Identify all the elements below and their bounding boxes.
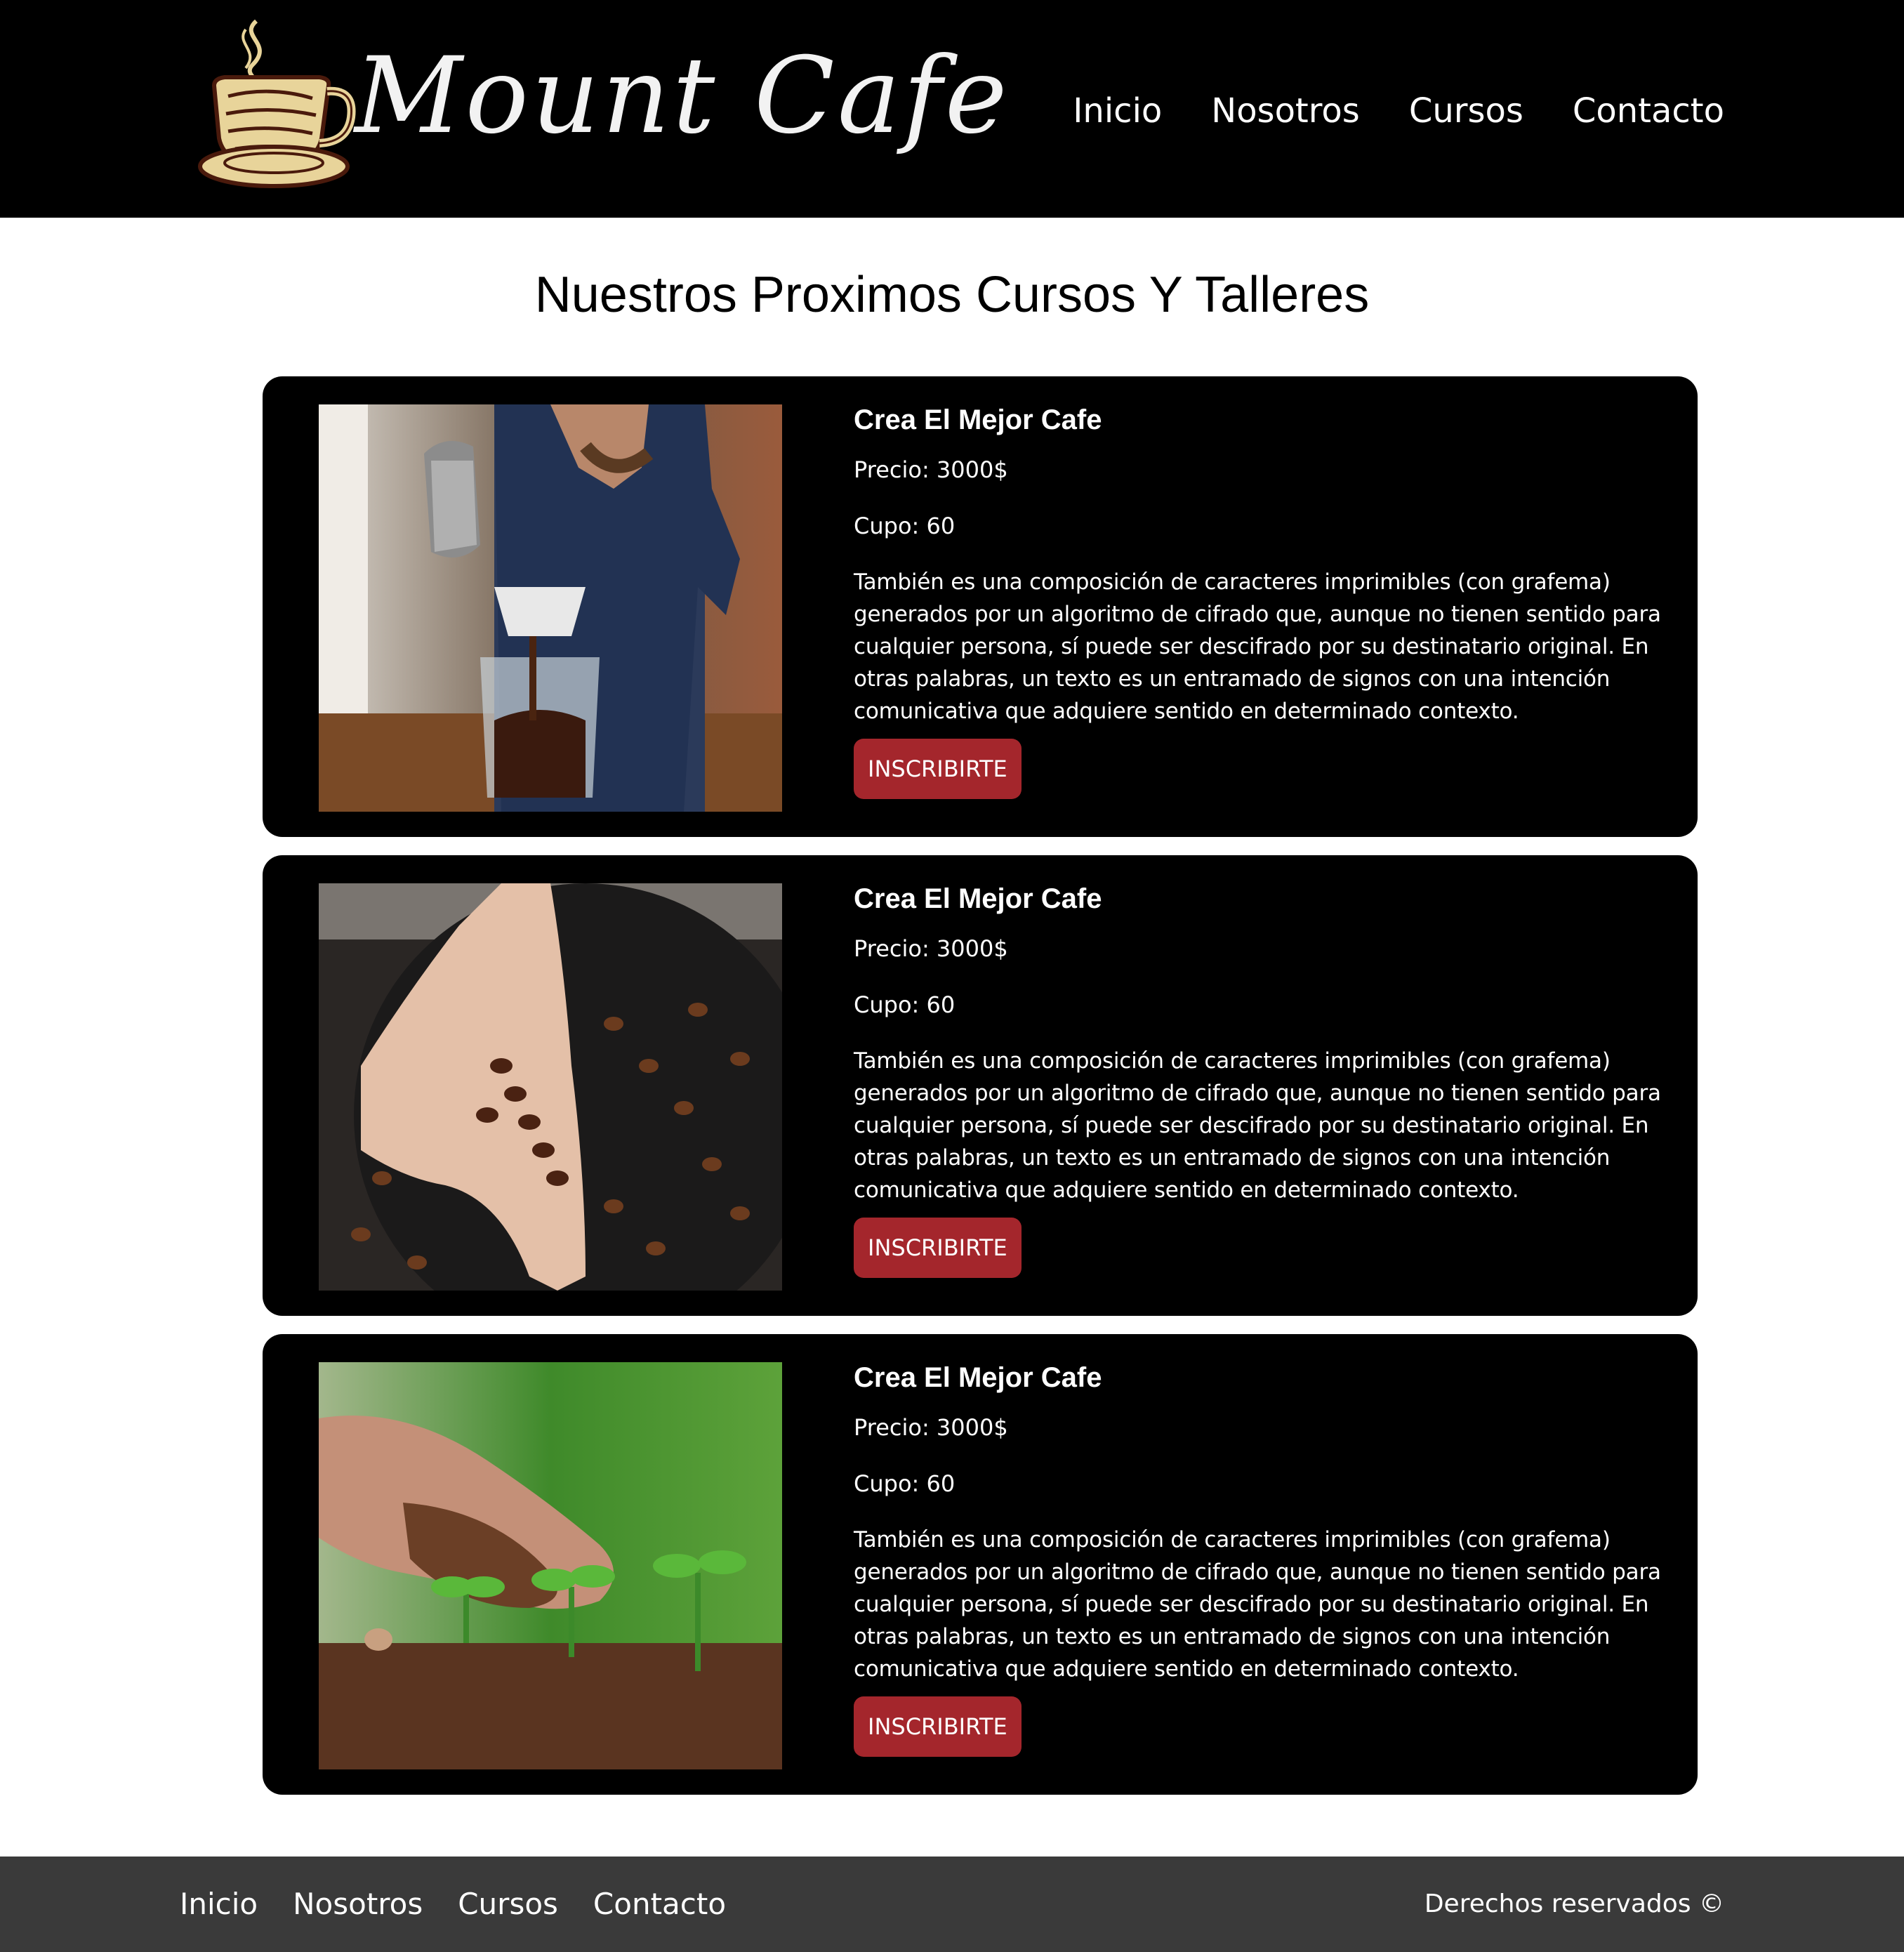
enroll-button[interactable]: INSCRIBIRTE	[854, 739, 1022, 799]
course-title: Crea El Mejor Cafe	[854, 1362, 1102, 1393]
logo-text: Mount Cafe	[355, 35, 1010, 157]
course-capacity: Cupo: 60	[854, 991, 956, 1018]
course-price: Precio: 3000$	[854, 1414, 1008, 1441]
course-title: Crea El Mejor Cafe	[854, 404, 1102, 435]
coffee-cup-icon	[198, 19, 356, 188]
course-capacity: Cupo: 60	[854, 513, 956, 539]
nav-inicio[interactable]: Inicio	[1073, 83, 1162, 139]
course-info: Crea El Mejor Cafe Precio: 3000$ Cupo: 6…	[854, 1355, 1668, 1757]
course-price: Precio: 3000$	[854, 456, 1008, 483]
nav-nosotros[interactable]: Nosotros	[1211, 83, 1360, 139]
site-footer: Inicio Nosotros Cursos Contacto Derechos…	[0, 1857, 1904, 1952]
page-title: Nuestros Proximos Cursos Y Talleres	[534, 267, 1370, 323]
course-description: También es una composición de caracteres…	[854, 1527, 1661, 1682]
site-header: Mount Cafe Inicio Nosotros Cursos Contac…	[0, 0, 1904, 218]
course-info: Crea El Mejor Cafe Precio: 3000$ Cupo: 6…	[854, 397, 1668, 799]
footer-nav-contacto[interactable]: Contacto	[593, 1876, 726, 1932]
course-title: Crea El Mejor Cafe	[854, 883, 1102, 914]
course-card: Crea El Mejor Cafe Precio: 3000$ Cupo: 6…	[263, 855, 1698, 1316]
course-capacity: Cupo: 60	[854, 1470, 956, 1497]
footer-nav-cursos[interactable]: Cursos	[458, 1876, 558, 1932]
footer-nav-nosotros[interactable]: Nosotros	[293, 1876, 423, 1932]
main-nav: Inicio Nosotros Cursos Contacto	[1073, 83, 1724, 139]
course-image	[319, 1362, 782, 1769]
course-card: Crea El Mejor Cafe Precio: 3000$ Cupo: 6…	[263, 1334, 1698, 1795]
course-image	[319, 883, 782, 1291]
course-description: También es una composición de caracteres…	[854, 1048, 1661, 1203]
enroll-button[interactable]: INSCRIBIRTE	[854, 1218, 1022, 1278]
nav-cursos[interactable]: Cursos	[1409, 83, 1523, 139]
nav-contacto[interactable]: Contacto	[1573, 83, 1724, 139]
course-info: Crea El Mejor Cafe Precio: 3000$ Cupo: 6…	[854, 876, 1668, 1278]
course-price: Precio: 3000$	[854, 935, 1008, 962]
copyright-text: Derechos reservados ©	[1424, 1890, 1724, 1918]
footer-nav-inicio[interactable]: Inicio	[180, 1876, 258, 1932]
site-logo[interactable]: Mount Cafe	[197, 15, 1007, 191]
course-description: También es una composición de caracteres…	[854, 569, 1661, 724]
course-image	[319, 404, 782, 812]
enroll-button[interactable]: INSCRIBIRTE	[854, 1696, 1022, 1757]
course-card: Crea El Mejor Cafe Precio: 3000$ Cupo: 6…	[263, 376, 1698, 837]
footer-nav: Inicio Nosotros Cursos Contacto	[180, 1876, 726, 1932]
